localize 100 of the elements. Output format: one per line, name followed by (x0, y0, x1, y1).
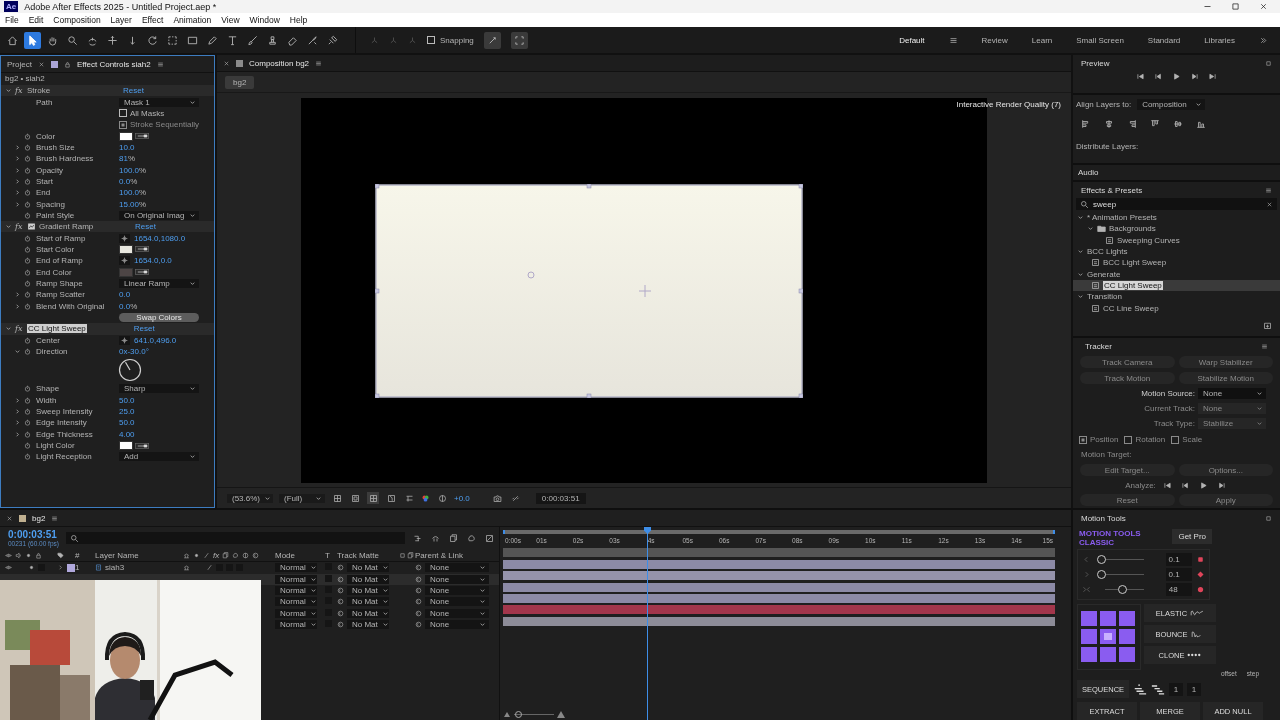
matte-dropdown[interactable]: No Mat (347, 608, 389, 618)
current-time[interactable]: 0:00:03:51 (8, 529, 60, 540)
tracker-checkbox[interactable]: Scale (1171, 435, 1203, 444)
menu-item[interactable]: Window (249, 15, 280, 25)
menu-item[interactable]: Effect (141, 15, 164, 25)
matte-dropdown[interactable]: No Mat (347, 563, 389, 573)
workspace-tab[interactable]: Learn (1031, 35, 1053, 45)
layer-name[interactable]: siah3 (105, 563, 125, 573)
parent-dropdown[interactable]: None (425, 597, 489, 607)
get-pro-button[interactable]: Get Pro (1172, 529, 1212, 544)
swap-colors-button[interactable]: Swap Colors (119, 313, 199, 323)
tree-item[interactable]: BCC Lights (1073, 245, 1280, 258)
snapping-checkbox[interactable]: Snapping (427, 35, 474, 45)
offset-field[interactable]: 1 (1169, 682, 1183, 696)
property-value[interactable]: 1654.0,1080.0 (134, 233, 186, 243)
tree-item[interactable]: Transition (1073, 291, 1280, 303)
parent-dropdown[interactable]: None (425, 574, 489, 584)
property-value[interactable]: 1654.0,0.0 (134, 256, 172, 266)
matte-dropdown[interactable]: No Mat (347, 586, 389, 596)
panel-tab[interactable]: bg2 (32, 513, 46, 523)
layer-row[interactable]: 1 siah3 Normal No Mat None (0, 562, 499, 574)
parent-dropdown[interactable]: None (425, 563, 489, 573)
tree-item[interactable]: * Animation Presets (1073, 212, 1280, 224)
effect-name[interactable]: Stroke (27, 86, 120, 96)
property-value[interactable]: 81 (119, 154, 128, 164)
effect-header[interactable]: fx Gradient Ramp Reset (1, 221, 214, 233)
property-value[interactable]: 0x-30.0° (119, 347, 149, 357)
workspace-tab[interactable]: Small Screen (1076, 35, 1124, 45)
fx-badge[interactable]: fx (15, 324, 24, 334)
effect-name[interactable]: Gradient Ramp (39, 222, 132, 232)
matte-dropdown[interactable]: No Mat (347, 597, 389, 607)
resolution-dropdown[interactable]: (Full) (279, 493, 325, 503)
fx-badge[interactable]: fx (15, 222, 24, 232)
menu-item[interactable]: Help (289, 15, 308, 25)
property-dropdown[interactable]: Linear Ramp (119, 279, 199, 288)
step-field[interactable]: 1 (1187, 682, 1201, 696)
tree-item[interactable]: Backgrounds (1073, 223, 1280, 235)
property-value[interactable]: 641.0,496.0 (134, 335, 177, 345)
tree-item[interactable]: CC Light Sweep (1073, 279, 1280, 292)
effect-header[interactable]: fx Stroke Reset (1, 85, 214, 97)
panel-tab[interactable]: Project (7, 59, 32, 69)
tree-item[interactable]: CC Line Sweep (1073, 302, 1280, 314)
property-value[interactable]: 50.0 (119, 418, 135, 428)
menu-item[interactable]: View (221, 15, 240, 25)
menu-item[interactable]: File (5, 15, 19, 25)
reset-link[interactable]: Reset (133, 324, 155, 334)
ease-value-field[interactable]: 0.1 (1165, 553, 1192, 566)
mode-dropdown[interactable]: Normal (275, 586, 317, 596)
tracker-checkbox[interactable]: Position (1079, 435, 1119, 444)
effect-header[interactable]: fx CC Light Sweep Reset (1, 323, 214, 335)
property-value[interactable]: 4.00 (119, 429, 135, 439)
parent-dropdown[interactable]: None (425, 608, 489, 618)
parent-dropdown[interactable]: None (425, 586, 489, 596)
property-dropdown[interactable]: Sharp (119, 384, 199, 394)
panel-title[interactable]: Audio (1078, 168, 1099, 177)
property-value[interactable]: 50.0 (119, 395, 135, 405)
ease-value-field[interactable]: 0.1 (1165, 568, 1192, 581)
mode-dropdown[interactable]: Normal (275, 574, 317, 584)
property-value[interactable]: 0.0 (119, 290, 131, 300)
matte-dropdown[interactable]: No Mat (347, 574, 389, 584)
menu-item[interactable]: Edit (28, 15, 44, 25)
panel-tab[interactable]: Effect Controls siah2 (76, 59, 151, 69)
ease-value-field[interactable]: 48 (1165, 583, 1192, 596)
reset-link[interactable]: Reset (123, 86, 144, 96)
menu-item[interactable]: Layer (110, 15, 132, 25)
mode-dropdown[interactable]: Normal (275, 597, 317, 607)
property-value[interactable]: 100.0 (119, 188, 140, 198)
mode-dropdown[interactable]: Normal (275, 619, 317, 629)
workspace-tab[interactable]: Standard (1147, 35, 1181, 45)
zoom-dropdown[interactable]: (53.6%) (227, 493, 273, 503)
tracker-checkbox[interactable]: Rotation (1124, 435, 1166, 444)
workspace-tab[interactable]: Default (899, 35, 925, 45)
matte-dropdown[interactable]: No Mat (347, 619, 389, 629)
menu-item[interactable]: Animation (173, 15, 212, 25)
align-dropdown[interactable]: Composition (1137, 99, 1206, 110)
search-field[interactable]: sweep (1076, 198, 1277, 210)
fx-badge[interactable]: fx (15, 86, 24, 96)
reset-link[interactable]: Reset (135, 222, 156, 232)
mode-dropdown[interactable]: Normal (275, 608, 317, 618)
composition-breadcrumb[interactable]: bg2 (225, 75, 255, 89)
property-value[interactable]: 0.0 (119, 176, 131, 186)
property-value[interactable]: 0.0 (119, 301, 131, 311)
property-value[interactable]: 25.0 (119, 407, 135, 417)
menu-item[interactable]: Composition (53, 15, 101, 25)
property-value[interactable]: 10.0 (119, 142, 135, 152)
effect-name[interactable]: CC Light Sweep (27, 324, 87, 334)
workspace-tab[interactable]: Review (981, 35, 1008, 45)
panel-tab[interactable]: Composition bg2 (249, 58, 310, 68)
property-value[interactable]: 15.00 (119, 199, 140, 209)
mode-dropdown[interactable]: Normal (275, 563, 317, 573)
property-checkbox[interactable]: All Masks (119, 108, 165, 118)
property-dropdown[interactable]: Mask 1 (119, 97, 199, 107)
tree-item[interactable]: Generate (1073, 268, 1280, 280)
parent-dropdown[interactable]: None (425, 619, 489, 629)
tree-item[interactable]: Sweeping Curves (1073, 234, 1280, 246)
timecode-field[interactable]: 0:00:03:51 (535, 492, 586, 504)
tracker-dropdown[interactable]: None (1198, 388, 1266, 399)
workspace-tab[interactable]: Libraries (1204, 35, 1235, 45)
property-dropdown[interactable]: On Original Imag (119, 210, 199, 220)
tree-item[interactable]: BCC Light Sweep (1073, 257, 1280, 269)
